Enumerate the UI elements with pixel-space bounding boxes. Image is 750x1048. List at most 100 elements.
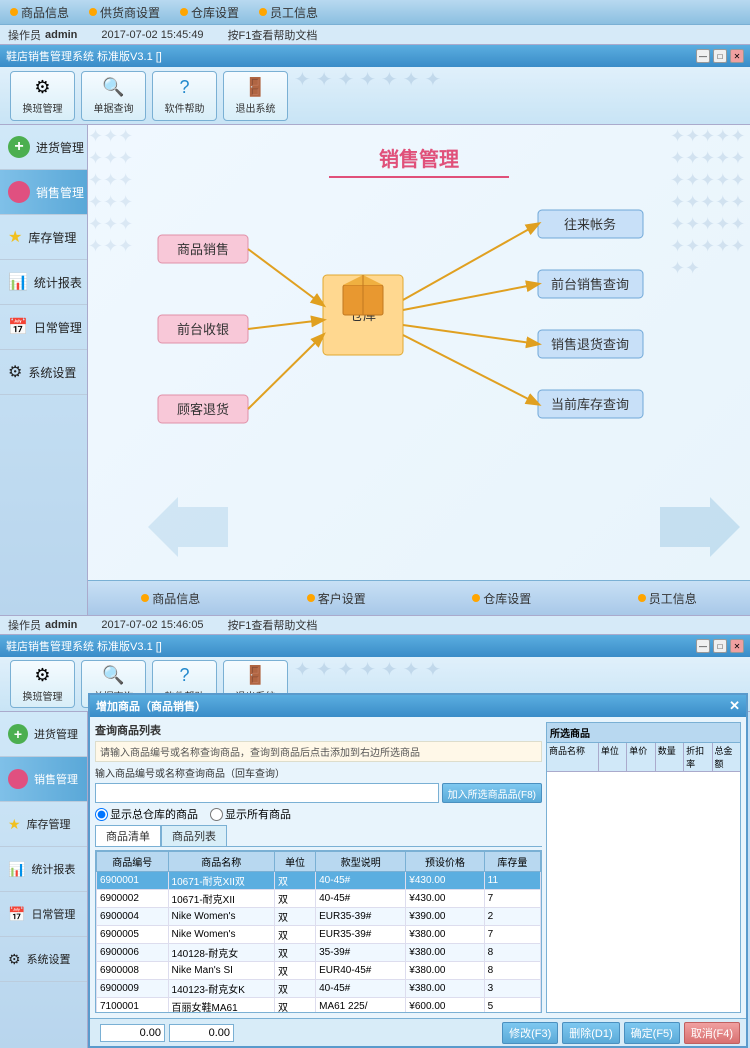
table-row[interactable]: 6900006140128-耐克女双35-39#¥380.008 <box>97 944 541 962</box>
shift-management-button[interactable]: ⚙ 换班管理 <box>10 71 75 121</box>
table-cell[interactable]: 35-39# <box>316 944 406 962</box>
radio-all-products-input[interactable] <box>210 808 223 821</box>
product-search-input[interactable] <box>95 783 439 803</box>
exit-system-button[interactable]: 🚪 退出系统 <box>223 71 288 121</box>
table-cell[interactable]: EUR35-39# <box>316 908 406 926</box>
table-cell[interactable]: 双 <box>275 908 316 926</box>
table-cell[interactable]: EUR35-39# <box>316 926 406 944</box>
table-row[interactable]: 690000110671-耐克XII双双40-45#¥430.0011 <box>97 872 541 890</box>
table-cell[interactable]: 双 <box>275 890 316 908</box>
table-cell[interactable]: 8 <box>484 944 540 962</box>
table-cell[interactable]: 11 <box>484 872 540 890</box>
sidebar2-item-sales[interactable]: 销售管理 <box>0 757 87 802</box>
table-cell[interactable]: 40-45# <box>316 890 406 908</box>
table-cell[interactable]: ¥390.00 <box>406 908 484 926</box>
table-cell[interactable]: 双 <box>275 998 316 1014</box>
bottom-nav-customers[interactable]: 客户设置 <box>307 590 366 607</box>
maximize-button-2[interactable]: □ <box>713 639 727 653</box>
maximize-button[interactable]: □ <box>713 49 727 63</box>
table-cell[interactable]: Nike Women's <box>168 908 275 926</box>
table-cell[interactable]: 8 <box>484 962 540 980</box>
table-cell[interactable]: 6900009 <box>97 980 169 998</box>
sidebar-item-sales[interactable]: 销售管理 <box>0 170 87 215</box>
table-cell[interactable]: 10671-耐克XII双 <box>168 872 275 890</box>
table-cell[interactable]: 6900004 <box>97 908 169 926</box>
table-cell[interactable]: 6900008 <box>97 962 169 980</box>
table-cell[interactable]: 6900001 <box>97 872 169 890</box>
table-row[interactable]: 6900005Nike Women's双EUR35-39#¥380.007 <box>97 926 541 944</box>
cancel-button[interactable]: 取消(F4) <box>684 1022 740 1044</box>
sidebar2-item-settings[interactable]: ⚙ 系统设置 <box>0 937 87 982</box>
add-selected-product-button[interactable]: 加入所选商品品(F8) <box>442 783 542 803</box>
minimize-button-2[interactable]: — <box>696 639 710 653</box>
shift-management-button-2[interactable]: ⚙ 换班管理 <box>10 660 75 708</box>
table-row[interactable]: 6900009140123-耐克女K双40-45#¥380.003 <box>97 980 541 998</box>
sidebar2-item-purchase[interactable]: + 进货管理 <box>0 712 87 757</box>
table-cell[interactable]: ¥600.00 <box>406 998 484 1014</box>
dialog-close-button[interactable]: ✕ <box>729 698 740 714</box>
table-cell[interactable]: Nike Man's SI <box>168 962 275 980</box>
table-cell[interactable]: 40-45# <box>316 980 406 998</box>
table-cell[interactable]: 双 <box>275 944 316 962</box>
table-cell[interactable]: 7 <box>484 926 540 944</box>
table-cell[interactable]: 7100001 <box>97 998 169 1014</box>
minimize-button[interactable]: — <box>696 49 710 63</box>
table-cell[interactable]: 3 <box>484 980 540 998</box>
software-help-button[interactable]: ? 软件帮助 <box>152 71 217 121</box>
table-cell[interactable]: 6900006 <box>97 944 169 962</box>
table-cell[interactable]: 百丽女鞋MA61 <box>168 998 275 1014</box>
radio-all-products[interactable]: 显示所有商品 <box>210 806 291 822</box>
delete-button[interactable]: 删除(D1) <box>562 1022 619 1044</box>
table-cell[interactable]: 7 <box>484 890 540 908</box>
order-query-button[interactable]: 🔍 单据查询 <box>81 71 146 121</box>
table-cell[interactable]: 140123-耐克女K <box>168 980 275 998</box>
table-cell[interactable]: 40-45# <box>316 872 406 890</box>
table-row[interactable]: 6900008Nike Man's SI双EUR40-45#¥380.008 <box>97 962 541 980</box>
table-cell[interactable]: ¥430.00 <box>406 890 484 908</box>
radio-total-warehouse[interactable]: 显示总仓库的商品 <box>95 806 198 822</box>
radio-total-warehouse-input[interactable] <box>95 808 108 821</box>
close-button-2[interactable]: ✕ <box>730 639 744 653</box>
table-cell[interactable]: 10671-耐克XII <box>168 890 275 908</box>
close-button[interactable]: ✕ <box>730 49 744 63</box>
table-cell[interactable]: 6900002 <box>97 890 169 908</box>
nav-item-warehouse[interactable]: 仓库设置 <box>180 4 239 21</box>
edit-button[interactable]: 修改(F3) <box>502 1022 558 1044</box>
bottom-nav-staff[interactable]: 员工信息 <box>638 590 697 607</box>
tab-product-list[interactable]: 商品列表 <box>161 825 227 846</box>
table-cell[interactable]: 双 <box>275 962 316 980</box>
table-cell[interactable]: ¥380.00 <box>406 980 484 998</box>
table-row[interactable]: 690000210671-耐克XII双40-45#¥430.007 <box>97 890 541 908</box>
table-cell[interactable]: ¥380.00 <box>406 926 484 944</box>
tab-product-summary[interactable]: 商品清单 <box>95 825 161 846</box>
nav-item-products[interactable]: 商品信息 <box>10 4 69 21</box>
table-cell[interactable]: 2 <box>484 908 540 926</box>
table-cell[interactable]: 双 <box>275 926 316 944</box>
table-cell[interactable]: EUR40-45# <box>316 962 406 980</box>
bottom-nav-products[interactable]: 商品信息 <box>141 590 200 607</box>
nav-item-supplier[interactable]: 供货商设置 <box>89 4 160 21</box>
sidebar-item-settings[interactable]: ⚙ 系统设置 <box>0 350 87 395</box>
sidebar-item-daily[interactable]: 📅 日常管理 <box>0 305 87 350</box>
table-cell[interactable]: 6900005 <box>97 926 169 944</box>
table-cell[interactable]: ¥380.00 <box>406 944 484 962</box>
sidebar2-item-inventory[interactable]: ★ 库存管理 <box>0 802 87 847</box>
table-cell[interactable]: 5 <box>484 998 540 1014</box>
sidebar2-item-reports[interactable]: 📊 统计报表 <box>0 847 87 892</box>
table-cell[interactable]: ¥430.00 <box>406 872 484 890</box>
table-cell[interactable]: MA61 225/ <box>316 998 406 1014</box>
nav-item-staff[interactable]: 员工信息 <box>259 4 318 21</box>
table-cell[interactable]: Nike Women's <box>168 926 275 944</box>
bottom-nav-warehouse[interactable]: 仓库设置 <box>472 590 531 607</box>
sidebar-item-reports[interactable]: 📊 统计报表 <box>0 260 87 305</box>
product-list-table[interactable]: 商品编号 商品名称 单位 款型说明 预设价格 库存量 690000110671-… <box>95 850 542 1013</box>
sidebar-item-purchase[interactable]: + 进货管理 <box>0 125 87 170</box>
table-cell[interactable]: 双 <box>275 980 316 998</box>
sidebar2-item-daily[interactable]: 📅 日常管理 <box>0 892 87 937</box>
table-row[interactable]: 7100001百丽女鞋MA61双MA61 225/¥600.005 <box>97 998 541 1014</box>
table-cell[interactable]: 140128-耐克女 <box>168 944 275 962</box>
sidebar-item-inventory[interactable]: ★ 库存管理 <box>0 215 87 260</box>
table-cell[interactable]: ¥380.00 <box>406 962 484 980</box>
table-row[interactable]: 6900004Nike Women's双EUR35-39#¥390.002 <box>97 908 541 926</box>
confirm-button[interactable]: 确定(F5) <box>624 1022 680 1044</box>
